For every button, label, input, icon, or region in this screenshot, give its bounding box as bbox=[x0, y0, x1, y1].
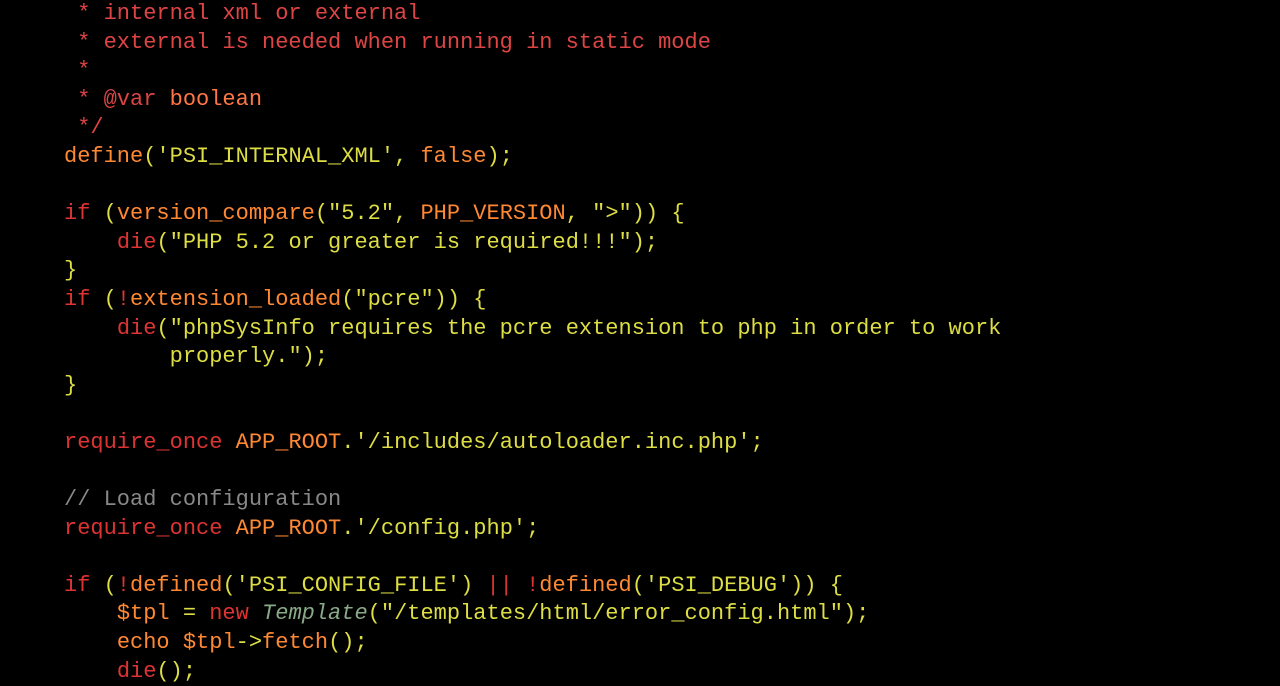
code-line: * external is needed when running in sta… bbox=[64, 30, 711, 55]
code-line: die(); bbox=[64, 659, 196, 684]
code-line: if (!extension_loaded("pcre")) { bbox=[64, 287, 486, 312]
code-line: } bbox=[64, 373, 77, 398]
code-line: die("PHP 5.2 or greater is required!!!")… bbox=[64, 230, 658, 255]
code-line: if (version_compare("5.2", PHP_VERSION, … bbox=[64, 201, 685, 226]
code-line: * @var boolean bbox=[64, 87, 262, 112]
code-line: require_once APP_ROOT.'/config.php'; bbox=[64, 516, 539, 541]
code-line bbox=[64, 401, 77, 426]
code-line: * bbox=[64, 58, 90, 83]
code-line: if (!defined('PSI_CONFIG_FILE') || !defi… bbox=[64, 573, 843, 598]
code-line bbox=[64, 544, 77, 569]
code-line: die("phpSysInfo requires the pcre extens… bbox=[64, 316, 1015, 341]
code-line: } bbox=[64, 258, 77, 283]
code-line bbox=[64, 173, 77, 198]
code-line: properly."); bbox=[64, 344, 328, 369]
code-line: */ bbox=[64, 115, 104, 140]
code-line: define('PSI_INTERNAL_XML', false); bbox=[64, 144, 513, 169]
code-line bbox=[64, 459, 77, 484]
code-line: * internal xml or external bbox=[64, 1, 420, 26]
code-line: $tpl = new Template("/templates/html/err… bbox=[64, 601, 869, 626]
code-line: // Load configuration bbox=[64, 487, 341, 512]
code-editor[interactable]: * internal xml or external * external is… bbox=[64, 0, 1280, 686]
code-line: echo $tpl->fetch(); bbox=[64, 630, 368, 655]
code-line: require_once APP_ROOT.'/includes/autoloa… bbox=[64, 430, 764, 455]
